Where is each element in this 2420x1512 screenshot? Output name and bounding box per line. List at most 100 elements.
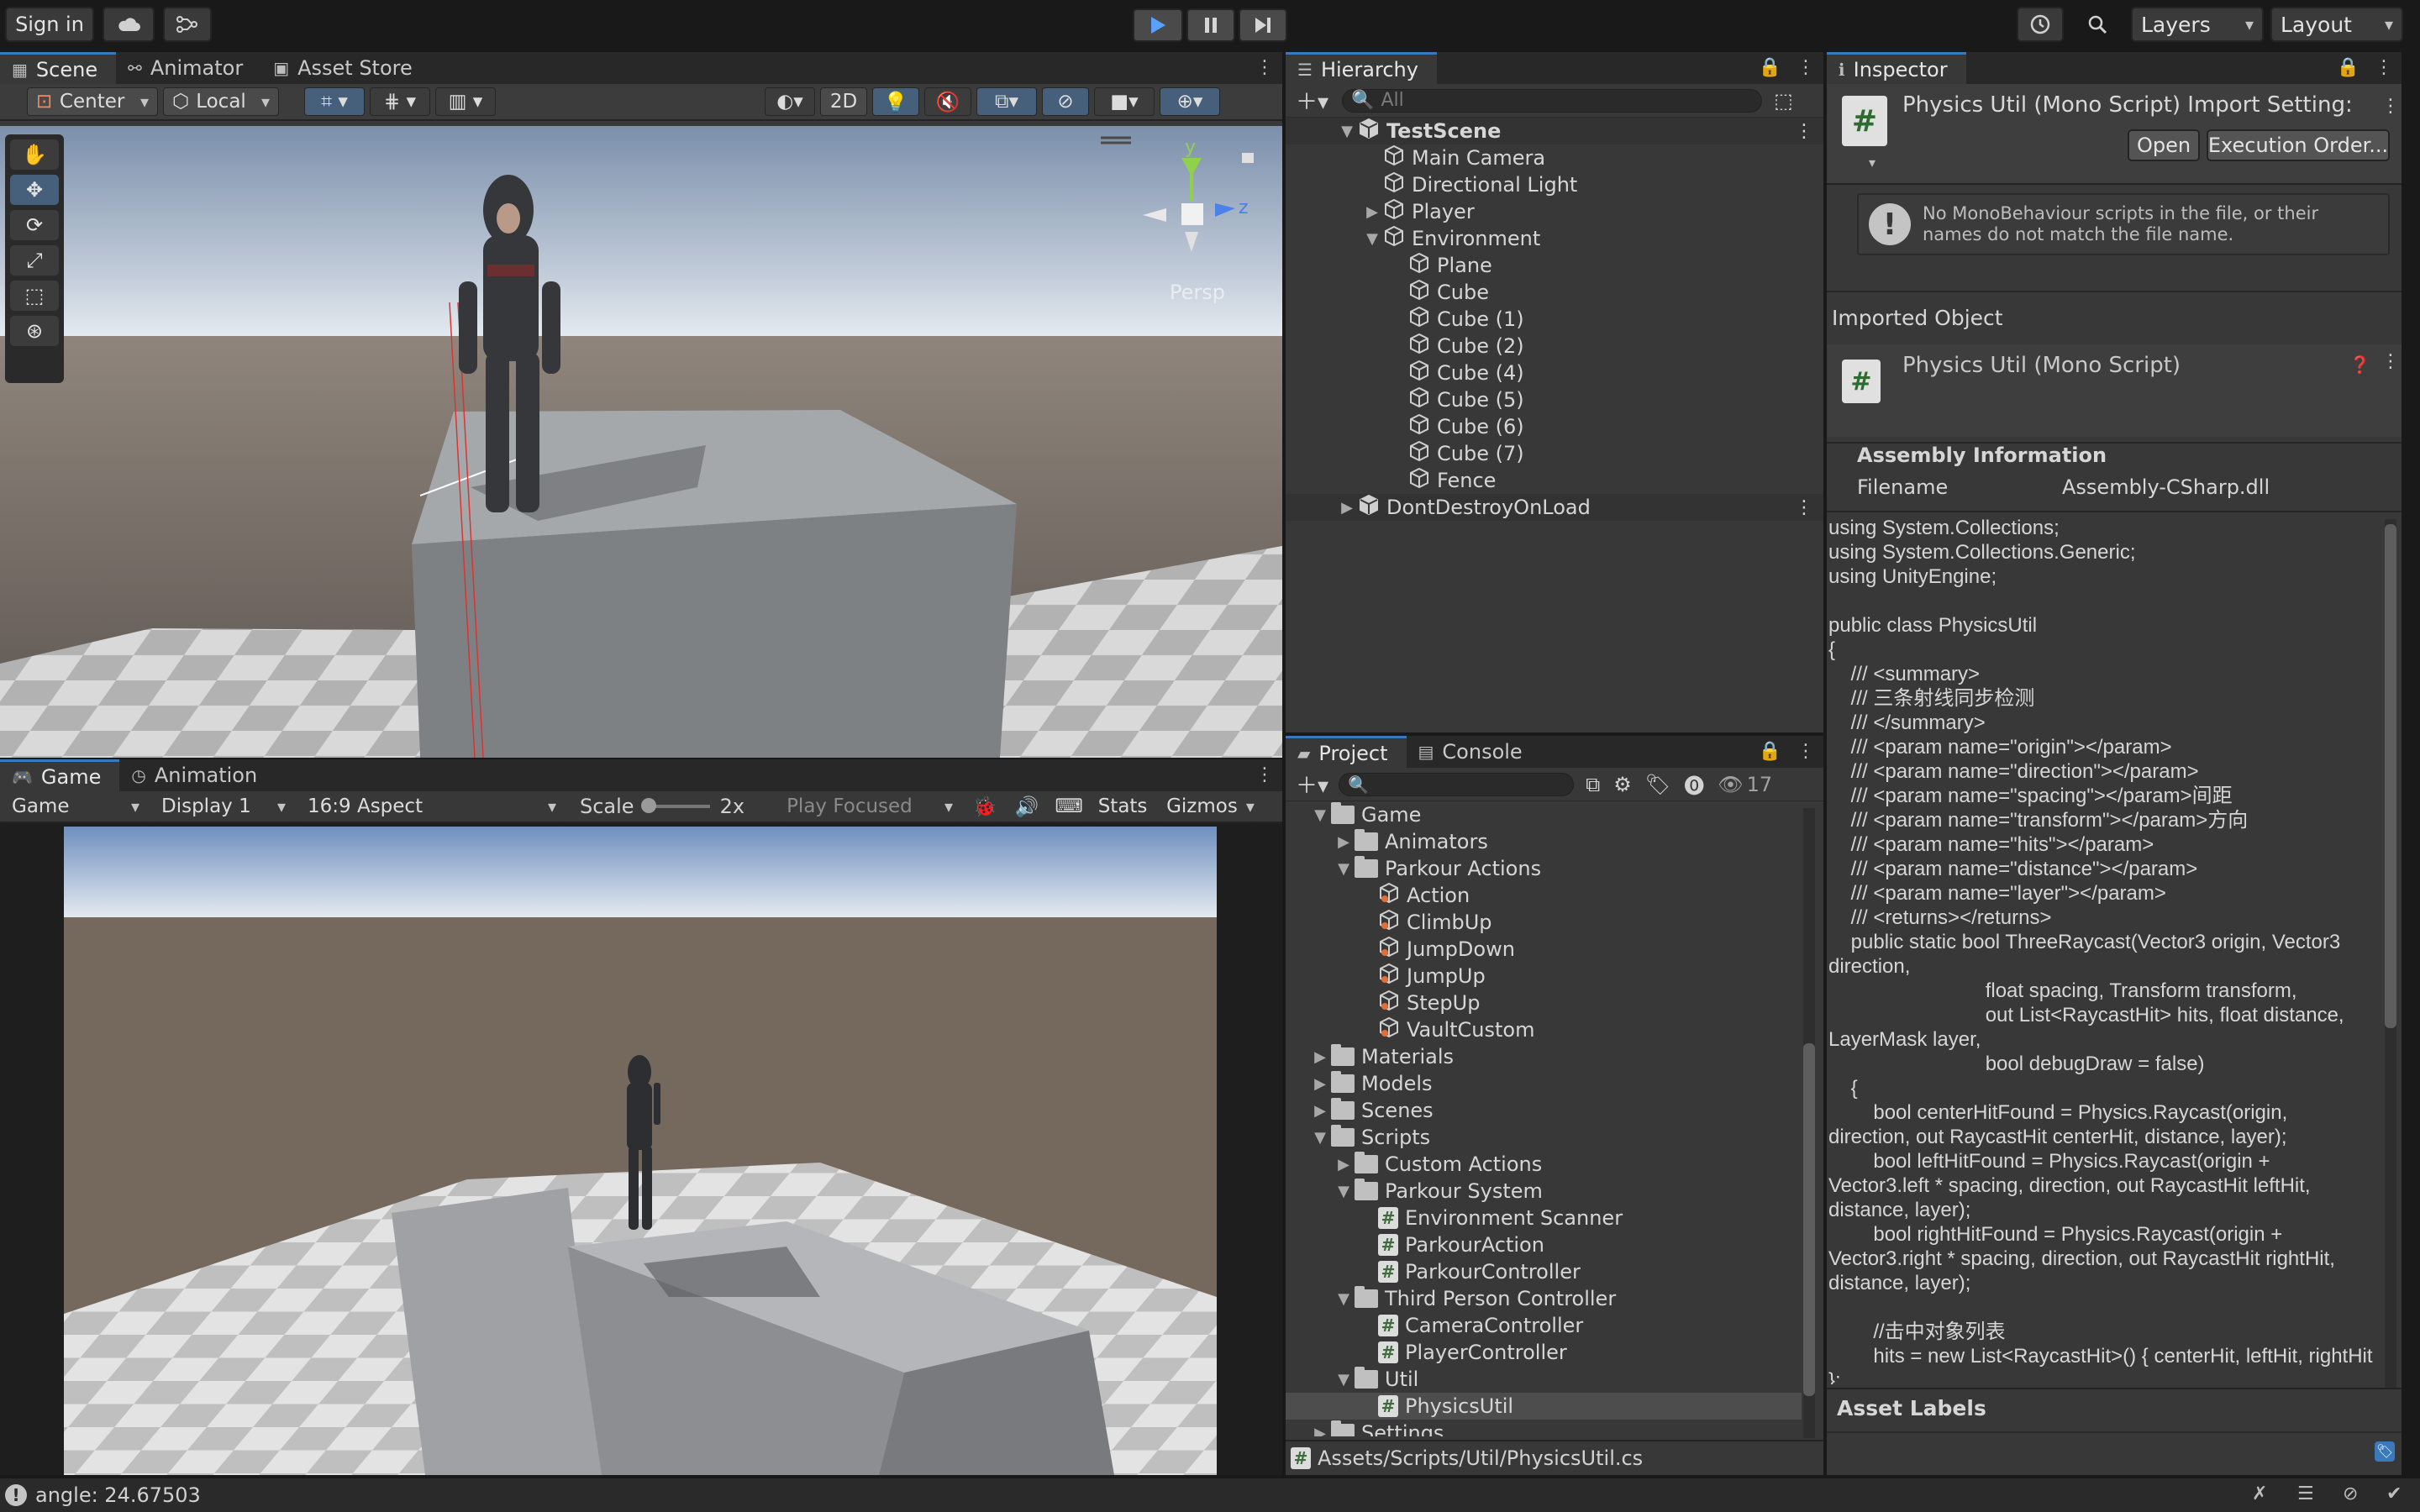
imported-menu-icon[interactable]: ⋮ [2381, 351, 2400, 372]
hierarchy-menu-icon[interactable]: ⋮ [1797, 57, 1815, 78]
expand-arrow-down-icon[interactable]: ▼ [1333, 1290, 1355, 1308]
expand-arrow-right-icon[interactable]: ▶ [1333, 1156, 1355, 1173]
expand-arrow-down-icon[interactable]: ▼ [1361, 230, 1383, 248]
hand-tool-icon[interactable]: ✋ [10, 139, 59, 170]
tab-project[interactable]: ▰ Project [1286, 736, 1407, 768]
filter-warning-icon[interactable]: ⓿ [1684, 769, 1704, 799]
expand-arrow-down-icon[interactable]: ▼ [1309, 1129, 1331, 1147]
hierarchy-row[interactable]: Cube (1) [1286, 306, 1823, 333]
project-row[interactable]: ▼ Util [1286, 1366, 1802, 1393]
hierarchy-row[interactable]: Fence [1286, 467, 1823, 494]
project-row[interactable]: ▶ Models [1286, 1070, 1802, 1097]
expand-arrow-right-icon[interactable]: ▶ [1333, 833, 1355, 851]
tab-asset-store[interactable]: ▣ Asset Store [261, 52, 431, 84]
persp-label[interactable]: Persp [1170, 281, 1225, 304]
layers-dropdown[interactable]: Layers [2131, 7, 2264, 42]
lighting-toggle[interactable]: 💡 [872, 87, 919, 116]
icon-dropdown-icon[interactable]: ▾ [1869, 155, 1876, 171]
effects-toggle[interactable]: ⧉▾ [976, 87, 1037, 116]
panel-menu-icon[interactable]: ⋮ [1255, 57, 1274, 78]
status-message[interactable]: angle: 24.67503 [35, 1483, 201, 1507]
mode-2d-button[interactable]: 2D [820, 87, 867, 116]
game-mode-dropdown[interactable]: Game [3, 792, 148, 821]
project-row[interactable]: ▼ Scripts [1286, 1124, 1802, 1151]
hierarchy-row[interactable]: Cube (4) [1286, 360, 1823, 386]
project-lock-icon[interactable]: 🔒 [1759, 741, 1781, 762]
hidden-packages-toggle[interactable]: 👁 17 [1718, 773, 1772, 796]
tab-hierarchy[interactable]: ☰ Hierarchy [1286, 52, 1437, 84]
game-viewport[interactable] [64, 827, 1217, 1475]
play-button[interactable] [1133, 8, 1183, 42]
expand-arrow-down-icon[interactable]: ▼ [1336, 123, 1358, 140]
bug-report-icon[interactable]: ✗ [2252, 1483, 2267, 1504]
project-menu-icon[interactable]: ⋮ [1797, 741, 1815, 762]
transform-tool-icon[interactable]: ⊛ [10, 316, 59, 346]
history-icon[interactable] [2017, 7, 2064, 42]
hierarchy-row[interactable]: Directional Light [1286, 171, 1823, 198]
hierarchy-row[interactable]: Cube (5) [1286, 386, 1823, 413]
project-row[interactable]: VaultCustom [1286, 1016, 1802, 1043]
project-row[interactable]: # Environment Scanner [1286, 1205, 1802, 1231]
tab-game[interactable]: 🎮 Game [0, 759, 120, 791]
scale-track[interactable] [640, 798, 710, 813]
project-row[interactable]: JumpDown [1286, 936, 1802, 963]
expand-arrow-right-icon[interactable]: ▶ [1309, 1048, 1331, 1066]
project-row[interactable]: ▼ Parkour System [1286, 1178, 1802, 1205]
layout-dropdown[interactable]: Layout [2270, 7, 2403, 42]
expand-arrow-right-icon[interactable]: ▶ [1309, 1425, 1331, 1437]
keyboard-icon[interactable]: ⌨ [1050, 792, 1088, 821]
rect-tool-icon[interactable]: ⬚ [10, 281, 59, 311]
check-icon[interactable]: ✔ [2386, 1483, 2402, 1504]
hierarchy-row[interactable]: Cube (6) [1286, 413, 1823, 440]
inspector-menu-icon[interactable]: ⋮ [2375, 57, 2393, 78]
project-scrollbar-thumb[interactable] [1803, 1043, 1815, 1396]
scene-row-menu-icon[interactable]: ⋮ [1795, 497, 1813, 518]
mute-audio-icon[interactable]: 🔊 [1008, 792, 1046, 821]
search-icon[interactable] [2074, 7, 2121, 42]
project-row[interactable]: ▼ Game [1286, 801, 1802, 828]
gizmos-toggle[interactable]: ⊕▾ [1160, 87, 1220, 116]
display-dropdown[interactable]: Display 1 [153, 792, 294, 821]
aspect-dropdown[interactable]: 16:9 Aspect [299, 792, 565, 821]
draw-mode-button[interactable]: ◐▾ [765, 87, 815, 116]
project-scrollbar[interactable] [1803, 808, 1815, 1438]
tab-console[interactable]: ▤ Console [1407, 736, 1541, 768]
increment-snap-button[interactable]: ⋕ ▾ [370, 87, 430, 116]
hierarchy-row[interactable]: Cube (7) [1286, 440, 1823, 467]
lock-icon[interactable]: 🔒 [1759, 57, 1781, 78]
inspector-scrollbar-thumb[interactable] [2385, 524, 2396, 1028]
inspector-lock-icon[interactable]: 🔒 [2337, 57, 2360, 78]
hierarchy-row[interactable]: ▼ Environment [1286, 225, 1823, 252]
expand-arrow-right-icon[interactable]: ▶ [1361, 203, 1383, 221]
project-row[interactable]: Action [1286, 882, 1802, 909]
project-row[interactable]: ▶ Animators [1286, 828, 1802, 855]
expand-arrow-down-icon[interactable]: ▼ [1309, 806, 1331, 824]
grid-snap-button[interactable]: ⌗ ▾ [304, 87, 365, 116]
bug-icon[interactable]: 🐞 [966, 792, 1004, 821]
scene-visibility-icon[interactable]: ⬚ [1774, 89, 1793, 113]
project-row[interactable]: StepUp [1286, 990, 1802, 1016]
pivot-dropdown[interactable]: ⊡ Center [27, 87, 158, 116]
expand-arrow-right-icon[interactable]: ▶ [1309, 1102, 1331, 1120]
hierarchy-search-input[interactable]: 🔍 All [1342, 88, 1763, 113]
play-focused-dropdown[interactable]: Play Focused [778, 792, 962, 821]
hierarchy-row[interactable]: ▼ TestScene ⋮ [1286, 118, 1823, 144]
expand-arrow-down-icon[interactable]: ▼ [1333, 1371, 1355, 1389]
hierarchy-row[interactable]: Cube (2) [1286, 333, 1823, 360]
tab-animation[interactable]: ◷ Animation [119, 759, 276, 791]
hierarchy-row[interactable]: ▶ DontDestroyOnLoad ⋮ [1286, 494, 1823, 521]
filter-label-icon[interactable]: 🏷 [1645, 773, 1670, 796]
project-row[interactable]: ▼ Parkour Actions [1286, 855, 1802, 882]
search-by-type-icon[interactable]: ⧉ [1586, 773, 1600, 796]
project-row[interactable]: ▼ Third Person Controller [1286, 1285, 1802, 1312]
execution-order-button[interactable]: Execution Order... [2207, 129, 2390, 161]
move-tool-icon[interactable]: ✥ [10, 175, 59, 205]
ruler-button[interactable]: ▥ ▾ [435, 87, 496, 116]
visibility-toggle[interactable]: ⊘ [1042, 87, 1089, 116]
network-icon[interactable]: ⊘ [2343, 1483, 2358, 1504]
hierarchy-row[interactable]: Main Camera [1286, 144, 1823, 171]
project-search-input[interactable]: 🔍 [1339, 772, 1575, 796]
project-row[interactable]: # PlayerController [1286, 1339, 1802, 1366]
project-row[interactable]: JumpUp [1286, 963, 1802, 990]
inspector-scrollbar[interactable] [2385, 519, 2396, 1435]
